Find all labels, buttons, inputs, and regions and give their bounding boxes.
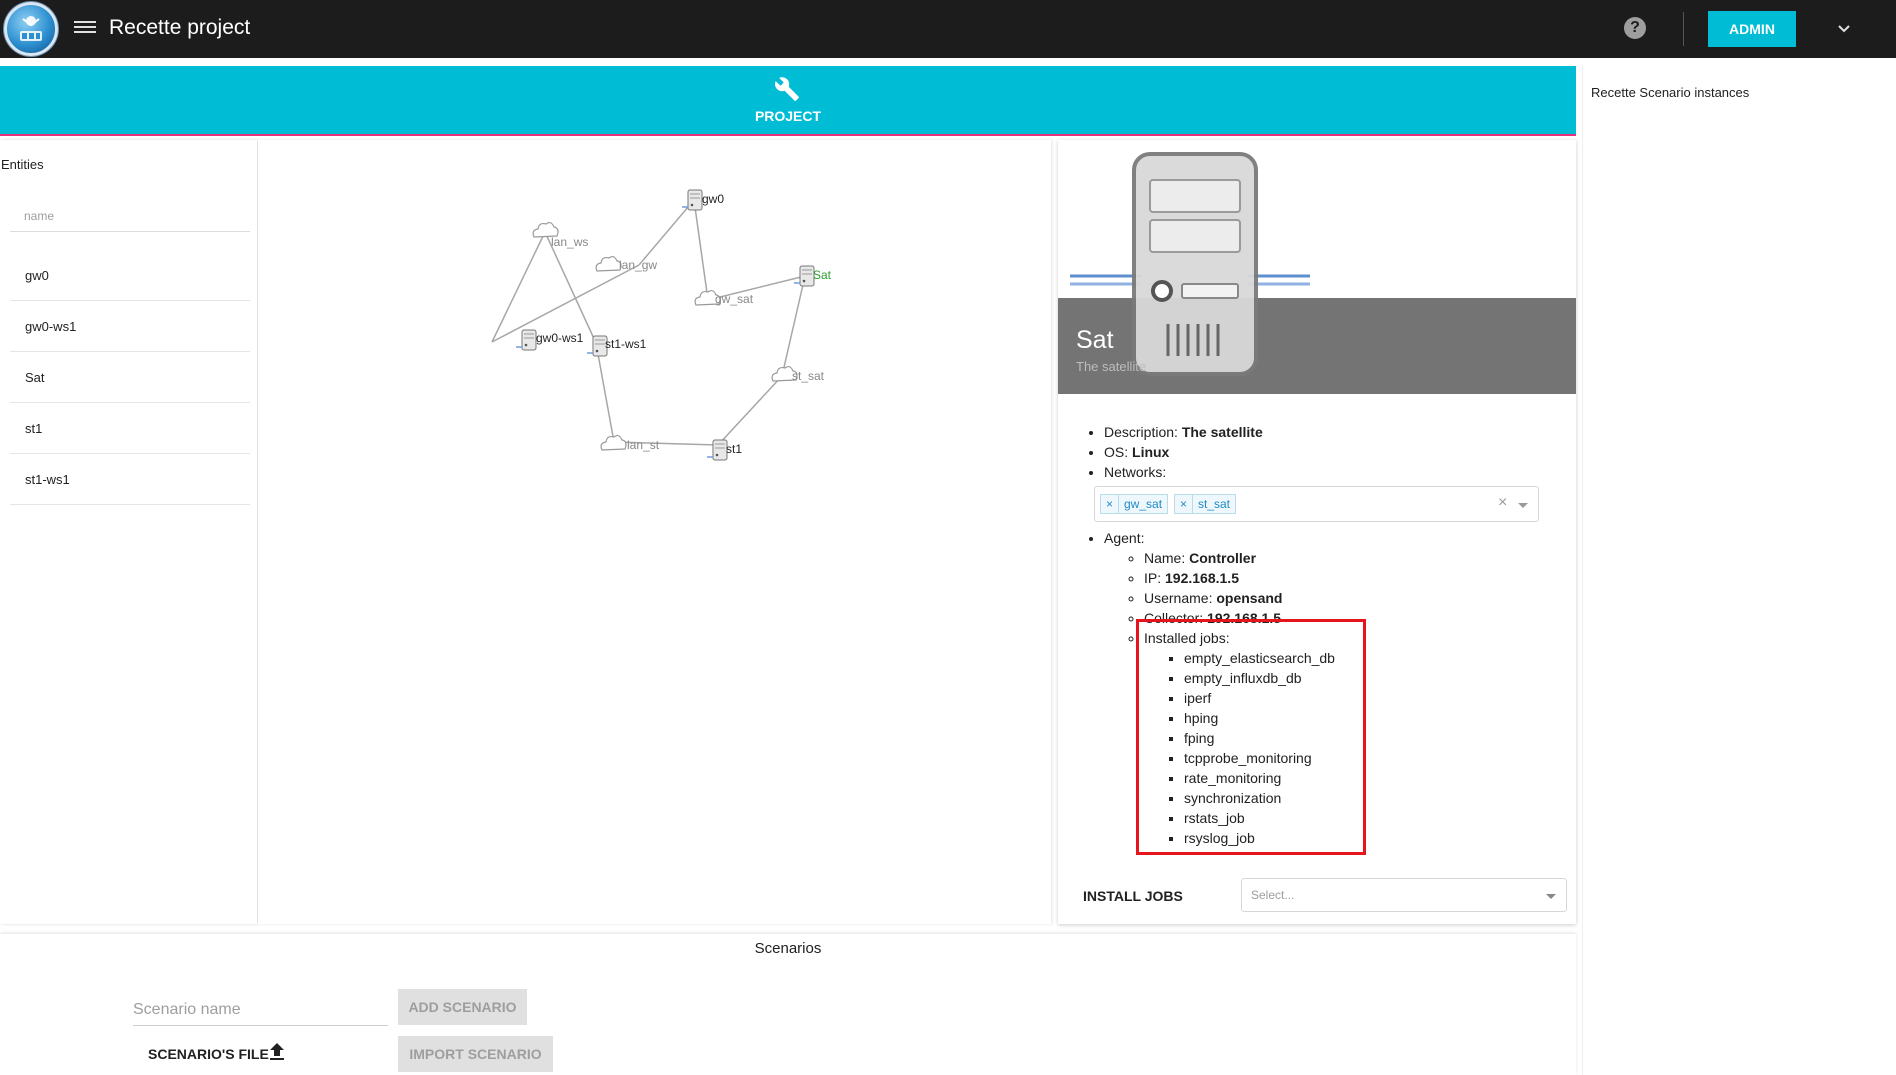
job-item: iperf — [1184, 688, 1564, 708]
help-icon[interactable]: ? — [1624, 17, 1646, 39]
job-item: rate_monitoring — [1184, 768, 1564, 788]
network-lan-gw[interactable]: lan_gw — [595, 255, 657, 272]
clear-networks-icon[interactable]: × — [1498, 493, 1507, 513]
agent-name-row: Name: Controller — [1144, 548, 1564, 568]
topology-graph-panel[interactable]: lan_ws lan_gw gw_sat st_sat lan_st gw0 g… — [258, 140, 1051, 924]
svg-text:st1-ws1: st1-ws1 — [605, 337, 647, 351]
node-st1-ws1[interactable]: st1-ws1 — [586, 335, 647, 357]
entities-title: Entities — [1, 157, 44, 172]
entity-subtitle: The satellite — [1076, 359, 1147, 374]
svg-text:st1: st1 — [726, 442, 742, 456]
installed-jobs-row: Installed jobs: empty_elasticsearch_db e… — [1144, 628, 1564, 848]
dropdown-arrow-icon[interactable] — [1518, 503, 1528, 508]
scenarios-title: Scenarios — [754, 940, 822, 957]
upload-icon[interactable] — [268, 1042, 286, 1062]
add-scenario-button[interactable]: ADD SCENARIO — [398, 989, 527, 1025]
scenario-name-input[interactable] — [133, 994, 388, 1026]
toolbar-divider — [1683, 12, 1684, 46]
description-value: The satellite — [1181, 424, 1263, 440]
entity-item-gw0[interactable]: gw0 — [10, 250, 250, 301]
hamburger-menu-icon[interactable] — [74, 18, 96, 40]
agent-ip-row: IP: 192.168.1.5 — [1144, 568, 1564, 588]
job-item: empty_elasticsearch_db — [1184, 648, 1564, 668]
network-gw-sat[interactable]: gw_sat — [694, 289, 754, 306]
wrench-icon — [774, 76, 800, 102]
svg-text:lan_ws: lan_ws — [551, 235, 588, 249]
os-row: OS: Linux — [1104, 442, 1564, 462]
entity-details-panel: Sat The satellite Description: The satel… — [1058, 140, 1576, 924]
scenario-instances-sidebar: Recette Scenario instances — [1582, 66, 1896, 1075]
job-item: synchronization — [1184, 788, 1564, 808]
scenarios-panel: Scenarios ADD SCENARIO SCENARIO'S FILE I… — [0, 934, 1576, 1075]
svg-text:gw_sat: gw_sat — [715, 292, 754, 306]
job-item: fping — [1184, 728, 1564, 748]
entity-item-sat[interactable]: Sat — [10, 352, 250, 403]
entity-item-st1[interactable]: st1 — [10, 403, 250, 454]
import-scenario-button[interactable]: IMPORT SCENARIO — [398, 1036, 553, 1072]
entity-item-gw0-ws1[interactable]: gw0-ws1 — [10, 301, 250, 352]
entities-panel: Entities gw0 gw0-ws1 Sat st1 st1-ws1 — [0, 140, 257, 924]
network-lan-ws[interactable]: lan_ws — [532, 221, 588, 249]
entity-name-filter-input[interactable] — [10, 200, 250, 232]
svg-text:Sat: Sat — [813, 268, 832, 282]
remove-chip-icon[interactable]: × — [1101, 495, 1119, 513]
network-st-sat[interactable]: st_sat — [771, 365, 825, 383]
node-gw0[interactable]: gw0 — [681, 189, 724, 211]
scenario-instances-title: Recette Scenario instances — [1591, 85, 1750, 100]
topology-graph[interactable]: lan_ws lan_gw gw_sat st_sat lan_st gw0 g… — [258, 140, 1051, 924]
dropdown-arrow-icon[interactable] — [1546, 894, 1556, 899]
entity-properties: Description: The satellite OS: Linux Net… — [1094, 422, 1564, 848]
install-jobs-select[interactable]: Select... — [1241, 878, 1567, 912]
scenario-file-label[interactable]: SCENARIO'S FILE — [148, 1046, 269, 1062]
app-title: Recette project — [109, 16, 251, 39]
app-logo[interactable] — [4, 2, 58, 56]
entity-list: gw0 gw0-ws1 Sat st1 st1-ws1 — [10, 250, 250, 505]
agent-ip-value: 192.168.1.5 — [1165, 570, 1239, 586]
node-gw0-ws1[interactable]: gw0-ws1 — [515, 329, 584, 351]
installed-jobs-list: empty_elasticsearch_db empty_influxdb_db… — [1184, 648, 1564, 848]
svg-text:gw0-ws1: gw0-ws1 — [536, 331, 584, 345]
agent-username-value: opensand — [1216, 590, 1283, 606]
agent-row: Agent: Name: Controller IP: 192.168.1.5 … — [1104, 528, 1564, 848]
svg-text:gw0: gw0 — [702, 192, 724, 206]
job-item: tcpprobe_monitoring — [1184, 748, 1564, 768]
svg-text:lan_gw: lan_gw — [619, 258, 657, 272]
networks-row: Networks: ×gw_sat ×st_sat × — [1094, 462, 1564, 522]
svg-text:st_sat: st_sat — [792, 369, 825, 383]
install-jobs-label: INSTALL JOBS — [1083, 888, 1183, 904]
agent-collector-value: 192.168.1.5 — [1207, 610, 1281, 626]
node-st1[interactable]: st1 — [706, 439, 742, 461]
svg-text:lan_st: lan_st — [627, 438, 660, 452]
chevron-down-icon[interactable] — [1836, 21, 1852, 37]
network-lan-st[interactable]: lan_st — [600, 434, 660, 452]
job-item: empty_influxdb_db — [1184, 668, 1564, 688]
job-item: rsyslog_job — [1184, 828, 1564, 848]
network-chip-gw-sat: × gw_sat — [1100, 494, 1169, 514]
admin-button[interactable]: ADMIN — [1708, 11, 1796, 47]
remove-chip-icon[interactable]: × — [1175, 495, 1193, 513]
install-jobs-placeholder: Select... — [1251, 888, 1295, 902]
network-chip-st-sat: × st_sat — [1174, 494, 1237, 514]
job-item: rstats_job — [1184, 808, 1564, 828]
description-row: Description: The satellite — [1104, 422, 1564, 442]
agent-username-row: Username: opensand — [1144, 588, 1564, 608]
agent-collector-row: Collector: 192.168.1.5 — [1144, 608, 1564, 628]
entity-item-st1-ws1[interactable]: st1-ws1 — [10, 454, 250, 505]
app-bar: Recette project ? ADMIN — [0, 0, 1896, 58]
networks-multiselect[interactable]: × gw_sat × st_sat × — [1094, 486, 1539, 522]
agent-name-value: Controller — [1189, 550, 1257, 566]
entity-name-heading: Sat — [1076, 326, 1114, 354]
project-tab-label: PROJECT — [754, 108, 822, 124]
os-value: Linux — [1132, 444, 1170, 460]
project-tab-banner[interactable]: PROJECT — [0, 66, 1576, 136]
node-sat[interactable]: Sat — [793, 265, 832, 287]
job-item: hping — [1184, 708, 1564, 728]
